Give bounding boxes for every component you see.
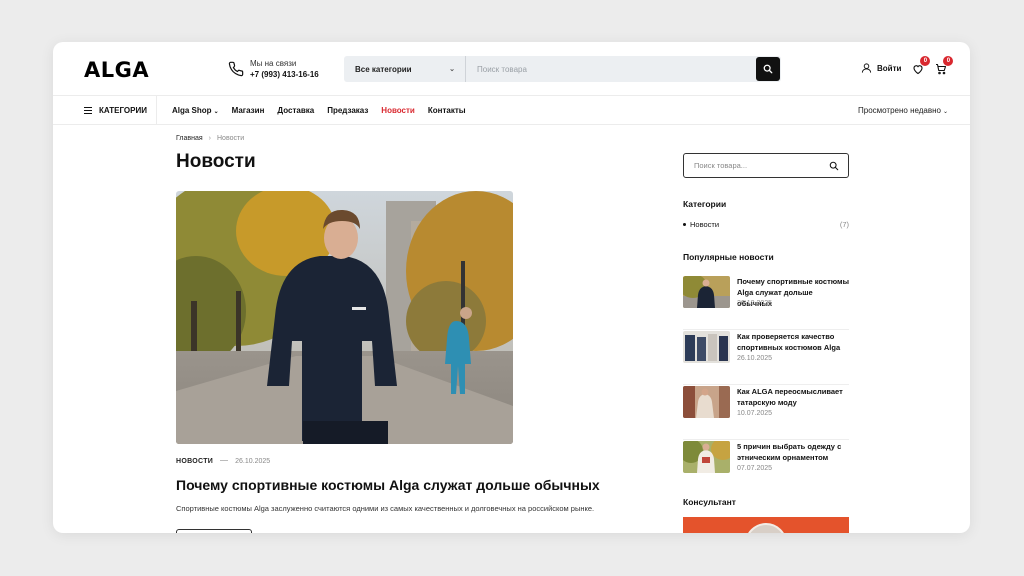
- read-more-button[interactable]: [176, 529, 252, 533]
- category-select-label: Все категории: [355, 64, 412, 74]
- breadcrumb-current: Новости: [217, 135, 245, 142]
- post-excerpt: Спортивные костюмы Alga заслуженно счита…: [176, 504, 595, 513]
- popular-post-title[interactable]: 5 причин выбрать одежду с этническим орн…: [737, 441, 849, 463]
- recently-viewed-dropdown[interactable]: Просмотрено недавно ⌄: [858, 106, 948, 115]
- nav-item-alga-shop[interactable]: Alga Shop ⌄: [172, 106, 219, 115]
- sidebar-search-input[interactable]: [694, 161, 814, 170]
- logo[interactable]: ALGA: [84, 58, 149, 82]
- wishlist-button[interactable]: 0: [912, 56, 931, 75]
- recently-viewed-label: Просмотрено недавно: [858, 106, 941, 115]
- post-category-tag[interactable]: НОВОСТИ: [176, 458, 213, 465]
- popular-post-item[interactable]: Почему спортивные костюмы Alga служат до…: [683, 276, 849, 330]
- popular-post-item[interactable]: Как ALGA переосмысливает татарскую моду …: [683, 386, 849, 440]
- category-label: Новости: [690, 220, 720, 229]
- consultant-avatar: [745, 523, 787, 533]
- popular-post-thumbnail[interactable]: [683, 386, 730, 418]
- post-photo: [176, 191, 513, 444]
- cart-count-badge: 0: [943, 56, 954, 66]
- breadcrumb-home[interactable]: Главная: [176, 135, 203, 142]
- category-select[interactable]: Все категории ⌄: [344, 56, 466, 82]
- nav-item-shop[interactable]: Магазин: [232, 106, 265, 115]
- login-button[interactable]: Войти: [861, 62, 901, 74]
- chevron-down-icon: ⌄: [449, 66, 455, 73]
- search-icon[interactable]: [829, 161, 839, 171]
- post-featured-image[interactable]: [176, 191, 513, 444]
- user-icon: [861, 63, 872, 73]
- categories-label: КАТЕГОРИИ: [99, 105, 147, 115]
- thumbnail-photo: [683, 276, 730, 308]
- sidebar-category-item[interactable]: Новости (7): [683, 220, 849, 229]
- chevron-down-icon: ⌄: [213, 108, 219, 115]
- thumbnail-photo: [683, 386, 730, 418]
- nav-item-news[interactable]: Новости: [381, 106, 415, 115]
- login-label: Войти: [877, 63, 902, 73]
- post-title[interactable]: Почему спортивные костюмы Alga служат до…: [176, 477, 600, 493]
- breadcrumb: Главная › Новости: [176, 135, 244, 142]
- popular-post-thumbnail[interactable]: [683, 276, 730, 308]
- sidebar-search: [683, 153, 849, 178]
- nav-item-label: Alga Shop: [172, 105, 212, 115]
- popular-post-thumbnail[interactable]: [683, 331, 730, 363]
- post-date: 26.10.2025: [235, 458, 271, 465]
- search-input[interactable]: [466, 64, 756, 74]
- contact-block[interactable]: Мы на связи +7 (993) 413-16-16: [228, 58, 319, 80]
- categories-heading: Категории: [683, 199, 727, 209]
- popular-post-date: 26.10.2025: [737, 300, 773, 307]
- contact-label: Мы на связи: [250, 59, 297, 68]
- popular-post-title[interactable]: Как проверяется качество спортивных кост…: [737, 331, 849, 353]
- category-count: (7): [839, 220, 849, 229]
- wishlist-count-badge: 0: [920, 56, 931, 66]
- post-meta: НОВОСТИ 26.10.2025: [176, 458, 270, 465]
- thumbnail-photo: [683, 441, 730, 473]
- chevron-down-icon: ⌄: [943, 109, 949, 115]
- main-nav: КАТЕГОРИИ Alga Shop ⌄ Магазин Доставка Пр…: [53, 96, 970, 125]
- consultant-banner[interactable]: [683, 517, 849, 533]
- search-button[interactable]: [756, 57, 780, 81]
- popular-post-date: 10.07.2025: [737, 410, 773, 417]
- popular-post-date: 26.10.2025: [737, 355, 773, 362]
- popular-post-item[interactable]: Как проверяется качество спортивных кост…: [683, 331, 849, 385]
- popular-post-date: 07.07.2025: [737, 465, 773, 472]
- header-search: Все категории ⌄: [344, 56, 781, 82]
- header-actions: Войти 0 0: [861, 56, 954, 75]
- consultant-heading: Консультант: [683, 497, 736, 507]
- categories-menu-button[interactable]: КАТЕГОРИИ: [53, 96, 157, 124]
- breadcrumb-separator: ›: [208, 135, 211, 142]
- cart-button[interactable]: 0: [935, 56, 954, 75]
- nav-item-contacts[interactable]: Контакты: [428, 106, 466, 115]
- nav-item-preorder[interactable]: Предзаказ: [327, 106, 368, 115]
- bullet-icon: [683, 223, 686, 226]
- popular-heading: Популярные новости: [683, 252, 774, 262]
- phone-number[interactable]: +7 (993) 413-16-16: [250, 69, 319, 80]
- phone-icon: [228, 61, 244, 77]
- nav-item-delivery[interactable]: Доставка: [277, 106, 314, 115]
- popular-post-title[interactable]: Как ALGA переосмысливает татарскую моду: [737, 386, 849, 408]
- popular-post-thumbnail[interactable]: [683, 441, 730, 473]
- thumbnail-photo: [683, 331, 730, 363]
- site-header: ALGA Мы на связи +7 (993) 413-16-16 Все …: [53, 42, 970, 96]
- page-title: Новости: [176, 151, 256, 172]
- nav-links: Alga Shop ⌄ Магазин Доставка Предзаказ Но…: [172, 96, 479, 124]
- browser-page: ALGA Мы на связи +7 (993) 413-16-16 Все …: [53, 42, 970, 533]
- search-icon: [763, 64, 773, 74]
- popular-post-item[interactable]: 5 причин выбрать одежду с этническим орн…: [683, 441, 849, 495]
- meta-divider: [220, 460, 229, 461]
- menu-icon: [84, 106, 92, 114]
